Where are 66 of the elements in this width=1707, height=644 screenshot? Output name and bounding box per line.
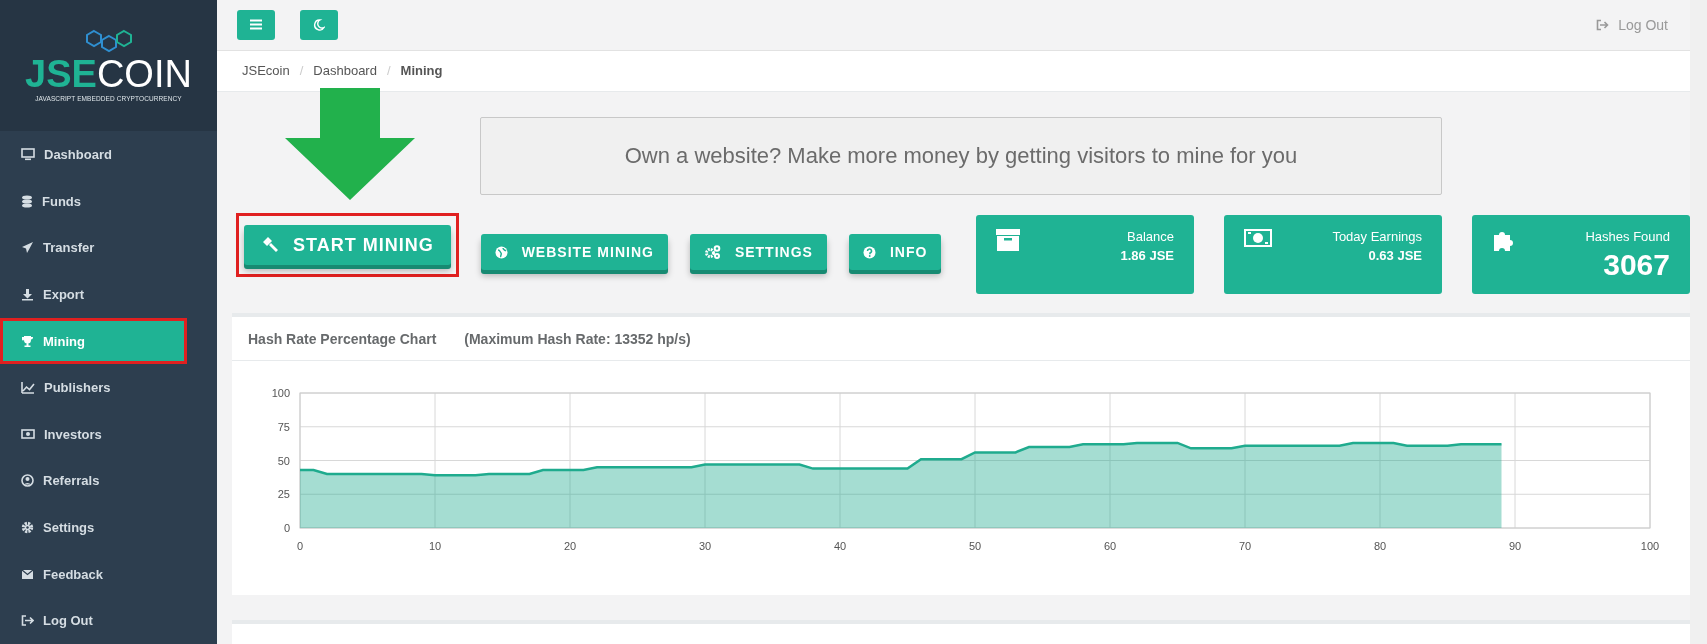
y-tick-label: 100 bbox=[271, 387, 290, 399]
x-tick-label: 70 bbox=[1238, 540, 1252, 552]
x-tick-label: 20 bbox=[563, 540, 577, 552]
stat-label: Hashes Found bbox=[1585, 229, 1670, 244]
stat-value: 0.63 JSE bbox=[1368, 248, 1422, 263]
breadcrumb-separator: / bbox=[299, 63, 304, 79]
sidebar-item[interactable]: Settings bbox=[0, 504, 217, 551]
stat-label: Balance bbox=[1127, 229, 1174, 244]
x-tick-label: 10 bbox=[428, 540, 442, 552]
x-tick-label: 60 bbox=[1103, 540, 1117, 552]
sidebar-item[interactable]: Funds bbox=[0, 178, 217, 225]
stat-label: Today Earnings bbox=[1332, 229, 1422, 244]
x-tick-label: 50 bbox=[968, 540, 982, 552]
x-tick-label: 80 bbox=[1373, 540, 1387, 552]
logout-icon bbox=[21, 614, 34, 628]
y-tick-label: 75 bbox=[277, 420, 290, 433]
banknote-icon bbox=[21, 428, 35, 441]
globe-icon bbox=[494, 245, 508, 259]
promo-banner: Own a website? Make more money by getting visitors to mine for you bbox=[480, 117, 1442, 195]
breadcrumb-current: Mining bbox=[400, 63, 443, 79]
menu-button[interactable] bbox=[237, 9, 275, 40]
monitor-icon bbox=[21, 148, 35, 162]
gears-icon bbox=[703, 245, 721, 259]
logo-wordmark: JSECOIN bbox=[25, 55, 192, 94]
x-tick-label: 90 bbox=[1508, 540, 1522, 552]
night-mode-button[interactable] bbox=[300, 9, 338, 40]
x-tick-label: 40 bbox=[833, 540, 847, 552]
sidebar-item[interactable]: Investors bbox=[0, 411, 217, 458]
x-tick-label: 0 bbox=[296, 540, 304, 552]
logout-icon bbox=[1596, 18, 1610, 31]
download-icon bbox=[21, 288, 34, 302]
stat-value: 3067 bbox=[1603, 248, 1670, 282]
banknote-icon bbox=[1244, 229, 1272, 247]
y-tick-label: 50 bbox=[277, 454, 290, 467]
paper-plane-icon bbox=[21, 241, 34, 255]
trophy-icon bbox=[21, 334, 34, 348]
database-icon bbox=[21, 194, 33, 208]
sidebar-item[interactable]: Referrals bbox=[0, 457, 217, 505]
gear-icon bbox=[21, 521, 34, 534]
chart-title: Hash Rate Percentage Chart bbox=[248, 330, 437, 347]
sidebar-item[interactable]: Dashboard bbox=[0, 131, 217, 179]
scrollbar-track[interactable] bbox=[1690, 0, 1707, 644]
breadcrumb-separator: / bbox=[386, 63, 391, 79]
sidebar-item[interactable]: Publishers bbox=[0, 364, 217, 412]
sidebar-item[interactable]: Feedback bbox=[0, 550, 217, 598]
menu-icon bbox=[250, 19, 262, 31]
sidebar-item[interactable]: Transfer bbox=[0, 224, 217, 272]
envelope-icon bbox=[21, 568, 34, 580]
breadcrumb-link[interactable]: JSEcoin bbox=[242, 63, 290, 79]
sidebar-item[interactable]: Log Out bbox=[0, 597, 217, 644]
user-circle-icon bbox=[21, 474, 34, 488]
chart-subtitle: (Maximum Hash Rate: 13352 hp/s) bbox=[464, 330, 691, 347]
stat-value: 1.86 JSE bbox=[1120, 248, 1174, 263]
sidebar-item[interactable]: Export bbox=[0, 271, 217, 318]
question-circle-icon bbox=[862, 245, 876, 259]
puzzle-piece-icon bbox=[1492, 229, 1516, 253]
archive-box-icon bbox=[996, 229, 1020, 251]
hammer-icon bbox=[261, 236, 279, 254]
moon-icon bbox=[313, 18, 325, 31]
line-chart-icon bbox=[21, 381, 35, 395]
hexagon-coins-icon bbox=[85, 29, 132, 54]
x-tick-label: 100 bbox=[1640, 540, 1660, 552]
y-tick-label: 0 bbox=[283, 522, 290, 534]
y-tick-label: 25 bbox=[277, 488, 290, 501]
breadcrumb-link[interactable]: Dashboard bbox=[313, 63, 377, 79]
x-tick-label: 30 bbox=[698, 540, 712, 552]
